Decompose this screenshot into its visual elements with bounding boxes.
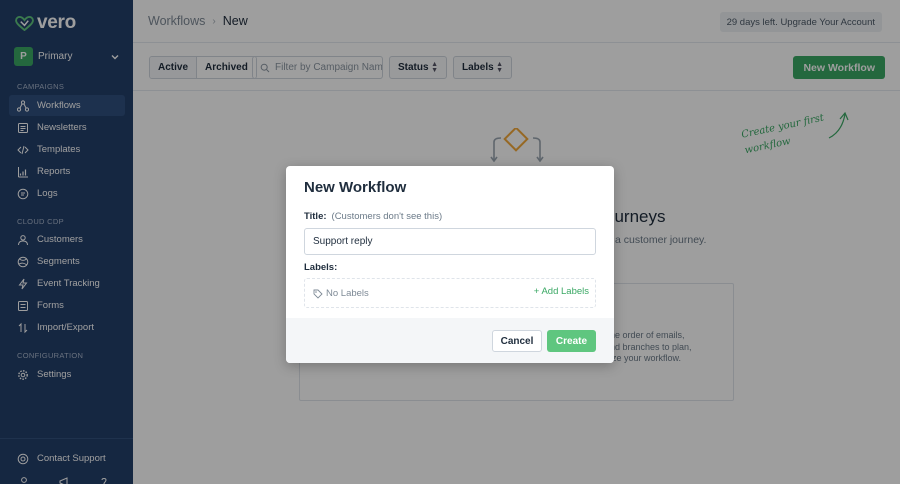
new-workflow-modal: New Workflow Title: (Customers don't see … <box>286 166 614 363</box>
cancel-button[interactable]: Cancel <box>492 330 542 352</box>
workflow-title-input[interactable] <box>304 228 596 255</box>
modal-title: New Workflow <box>304 179 407 196</box>
title-label-row: Title: (Customers don't see this) <box>304 211 442 222</box>
no-labels: No Labels <box>313 288 369 299</box>
add-labels-link[interactable]: + Add Labels <box>534 286 589 297</box>
title-label: Title: <box>304 211 327 222</box>
tag-icon <box>313 289 323 299</box>
modal-footer: Cancel Create <box>286 318 614 363</box>
no-labels-text: No Labels <box>326 288 369 299</box>
labels-box: No Labels + Add Labels <box>304 278 596 308</box>
title-note: (Customers don't see this) <box>331 211 443 222</box>
create-button[interactable]: Create <box>547 330 596 352</box>
labels-label: Labels: <box>304 262 338 273</box>
